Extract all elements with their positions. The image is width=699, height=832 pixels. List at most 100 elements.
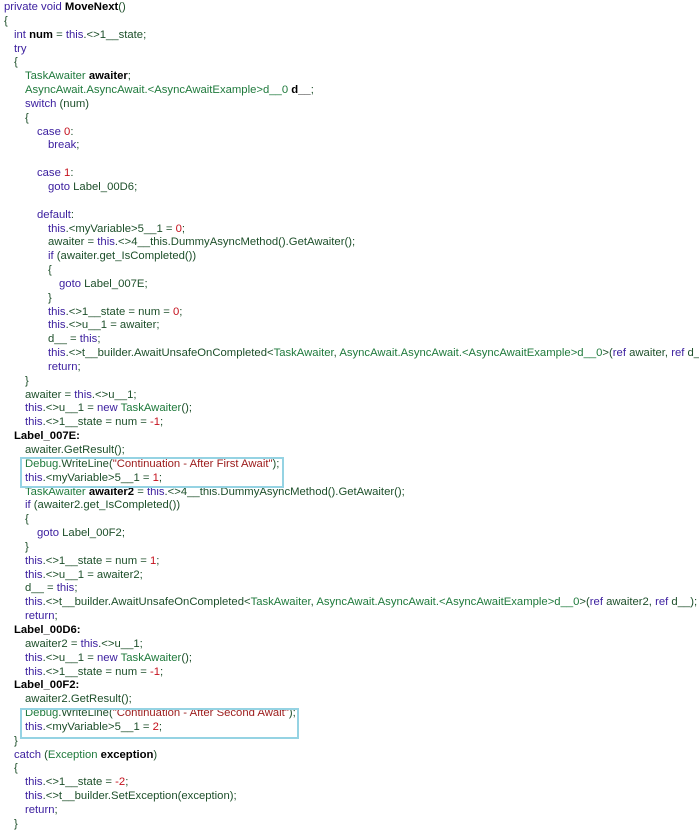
code-line: this.<>u__1 = awaiter2;: [0, 569, 699, 583]
type-name: TaskAwaiter: [120, 651, 182, 664]
identifier: awaiter2: [88, 485, 135, 498]
code-text: ;: [160, 416, 164, 429]
keyword: switch: [25, 97, 60, 110]
keyword: this: [25, 720, 43, 733]
code-line: TaskAwaiter awaiter2 = this.<>4__this.Du…: [0, 486, 699, 500]
keyword: this: [25, 651, 43, 664]
code-text: ();: [181, 402, 192, 415]
keyword: this: [48, 222, 66, 235]
keyword: if: [48, 250, 57, 263]
code-text: {: [25, 513, 29, 526]
code-text: ;: [54, 610, 58, 623]
keyword: return: [48, 360, 78, 373]
code-text: d__);: [671, 596, 698, 609]
code-text: ;: [160, 665, 164, 678]
code-text: d__);: [687, 347, 699, 360]
keyword: ref: [612, 347, 630, 360]
keyword: try: [14, 42, 27, 55]
code-line: this.<>1__state = -2;: [0, 776, 699, 790]
code-line: }: [0, 292, 699, 306]
keyword: return: [25, 610, 55, 623]
code-line: goto Label_007E;: [0, 278, 699, 292]
code-text: :: [70, 167, 74, 180]
code-text: .WriteLine(: [58, 457, 113, 470]
code-line: case 1:: [0, 167, 699, 181]
code-text: ;: [179, 305, 183, 318]
code-line: this.<>u__1 = new TaskAwaiter();: [0, 402, 699, 416]
code-text: ;: [97, 333, 101, 346]
code-text: .<>t__builder.SetException(exception);: [42, 790, 237, 803]
code-text: :: [70, 208, 75, 221]
code-text: awaiter2 =: [25, 637, 81, 650]
code-line: Debug.WriteLine("Continuation - After Se…: [0, 707, 699, 721]
code-line: goto Label_00D6;: [0, 181, 699, 195]
code-text: Label_00D6;: [73, 180, 138, 193]
code-line: awaiter = this.<>4__this.DummyAsyncMetho…: [0, 236, 699, 250]
number-literal: -1: [150, 416, 161, 429]
code-line: awaiter2 = this.<>u__1;: [0, 638, 699, 652]
code-text: =: [134, 485, 147, 498]
keyword: ref: [589, 596, 607, 609]
keyword: this: [74, 388, 92, 401]
code-line: break;: [0, 139, 699, 153]
code-text: ;: [158, 720, 163, 733]
code-line: }: [0, 541, 699, 555]
code-line: d__ = this;: [0, 333, 699, 347]
code-line: if (awaiter2.get_IsCompleted()): [0, 499, 699, 513]
code-text: .<>u__1 = awaiter2;: [42, 568, 143, 581]
code-text: .<>1__state =: [42, 776, 116, 789]
code-text: .<>1__state = num =: [42, 665, 150, 678]
keyword: break: [48, 139, 77, 152]
code-text: .<>1__state = num =: [65, 305, 173, 318]
keyword: case: [37, 125, 65, 138]
code-line: {: [0, 264, 699, 278]
code-text: >(: [579, 596, 590, 609]
code-text: .<>4__this.DummyAsyncMethod().GetAwaiter…: [164, 485, 405, 498]
type-name: AsyncAwait.AsyncAwait.<AsyncAwaitExample…: [25, 84, 292, 97]
type-name: Debug: [25, 707, 59, 720]
code-text: =: [52, 28, 66, 41]
code-line: return;: [0, 361, 699, 375]
code-text: }: [25, 374, 29, 387]
identifier: MoveNext: [64, 1, 119, 13]
code-line: {: [0, 15, 699, 29]
keyword: this: [25, 471, 43, 484]
code-text: {: [14, 762, 18, 775]
keyword: this: [48, 319, 66, 332]
code-line: {: [0, 112, 699, 126]
code-text: );: [272, 457, 280, 470]
code-text: .<>4__this.DummyAsyncMethod().GetAwaiter…: [114, 236, 356, 249]
code-line: this.<myVariable>5__1 = 0;: [0, 223, 699, 237]
code-line: this.<>t__builder.AwaitUnsafeOnCompleted…: [0, 347, 699, 361]
type-name: TaskAwaiter: [25, 70, 89, 83]
code-text: ;: [181, 222, 186, 235]
code-text: Label_00F2;: [62, 527, 125, 540]
keyword: this: [79, 333, 98, 346]
code-text: ();: [181, 651, 192, 664]
code-text: .<>t__builder.AwaitUnsafeOnCompleted<: [65, 347, 274, 360]
code-line: {: [0, 762, 699, 776]
code-text: d__ =: [48, 333, 80, 346]
identifier: awaiter: [88, 70, 128, 83]
code-text: Label_007E;: [84, 277, 148, 290]
type-name: AsyncAwait.AsyncAwait.<AsyncAwaitExample…: [316, 596, 580, 609]
code-line: this.<myVariable>5__1 = 2;: [0, 721, 699, 735]
type-name: Exception: [47, 748, 101, 761]
code-text: .<myVariable>5__1 =: [42, 720, 153, 733]
code-line: awaiter.GetResult();: [0, 444, 699, 458]
code-text: {: [14, 56, 18, 69]
code-line: this.<>t__builder.SetException(exception…: [0, 790, 699, 804]
code-line: this.<>u__1 = new TaskAwaiter();: [0, 652, 699, 666]
code-line: this.<>u__1 = awaiter;: [0, 319, 699, 333]
code-line: this.<>1__state = num = 0;: [0, 306, 699, 320]
keyword: this: [97, 236, 115, 249]
type-name: Debug: [25, 457, 59, 470]
string-literal: "Continuation - After First Await": [112, 457, 273, 470]
code-text: awaiter =: [25, 388, 75, 401]
keyword: this: [25, 416, 43, 429]
code-line: default:: [0, 209, 699, 223]
keyword: catch: [14, 748, 45, 761]
keyword: goto: [59, 277, 85, 290]
keyword: this: [48, 305, 66, 318]
